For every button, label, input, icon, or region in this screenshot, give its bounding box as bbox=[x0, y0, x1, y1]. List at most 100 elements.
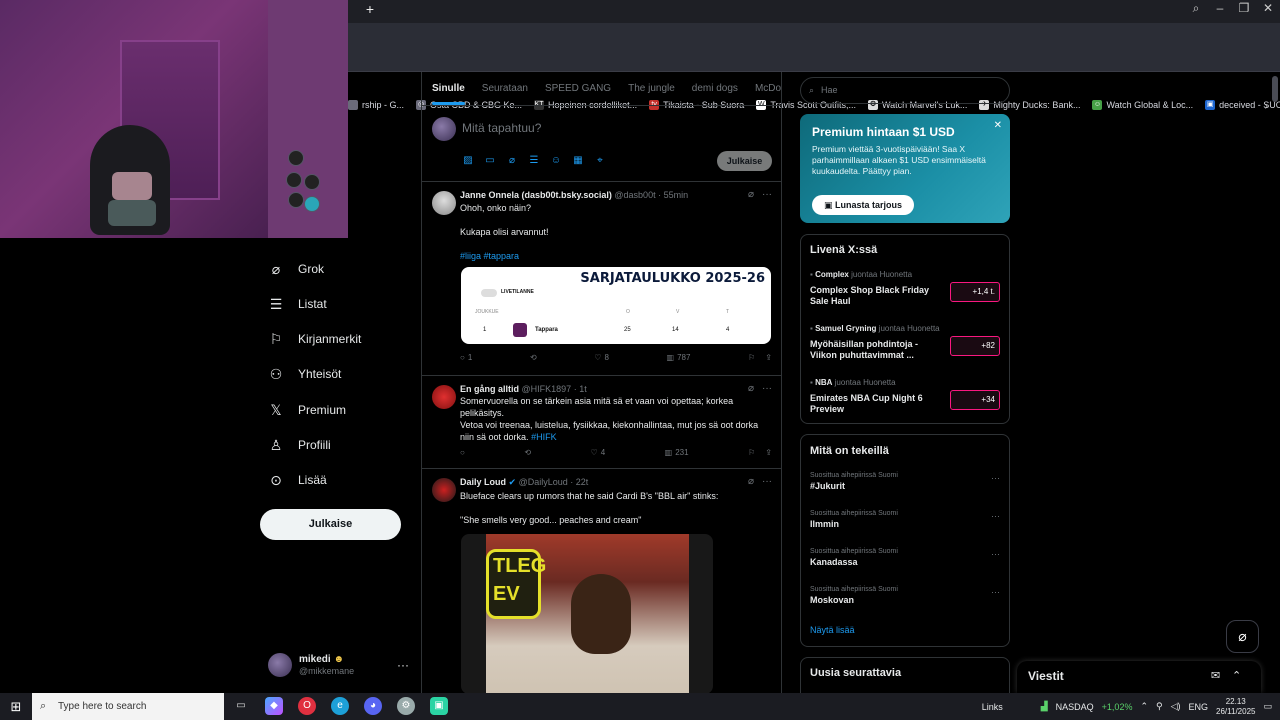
tab-seurataan[interactable]: Seurataan bbox=[482, 72, 528, 105]
post-button[interactable]: Julkaise bbox=[260, 509, 401, 540]
copilot-icon[interactable]: ◆ bbox=[265, 697, 283, 715]
network-icon[interactable]: ⚲ bbox=[1156, 701, 1163, 712]
compose-post-button[interactable]: Julkaise bbox=[717, 151, 772, 171]
tab-the-jungle[interactable]: The jungle bbox=[628, 72, 675, 105]
language-indicator[interactable]: ENG bbox=[1189, 702, 1209, 712]
nav-item-premium[interactable]: 𝕏 Premium bbox=[268, 398, 346, 422]
steam-icon[interactable]: ⚙ bbox=[397, 697, 415, 715]
bookmark-icon[interactable]: ⚐ bbox=[748, 353, 755, 362]
hashtags[interactable]: #liiga #tappara bbox=[460, 250, 770, 262]
minimize-icon[interactable]: – bbox=[1208, 0, 1232, 16]
task-view-icon[interactable]: ▭ bbox=[232, 697, 250, 715]
tweet-time[interactable]: 1t bbox=[579, 384, 587, 394]
live-item[interactable]: ▪ Samuel Gryning juontaa Huonetta Myöhäis… bbox=[810, 324, 1000, 361]
grok-icon[interactable]: ⌀ bbox=[748, 189, 754, 200]
taskbar-search[interactable]: ⌕ Type here to search bbox=[32, 693, 224, 720]
tweet-image-standings[interactable]: SARJATAULUKKO 2025-26 LIVETILANNE JOUKKU… bbox=[461, 267, 771, 344]
trend-item[interactable]: Suosittua aihepiirissä Suomi Ilmmin ··· bbox=[810, 510, 1000, 529]
edge-icon[interactable]: e bbox=[331, 697, 349, 715]
claim-offer-button[interactable]: ▣ Lunasta tarjous bbox=[812, 195, 914, 215]
grok-icon[interactable]: ⌀ bbox=[748, 476, 754, 487]
tab-mcdonal[interactable]: McDonal bbox=[755, 72, 781, 105]
live-item[interactable]: ▪ Complex juontaa Huonetta Complex Shop B… bbox=[810, 270, 1000, 307]
volume-icon[interactable]: ◁) bbox=[1171, 701, 1181, 712]
notifications-icon[interactable]: ▭ bbox=[1263, 701, 1272, 712]
like-button[interactable]: ♡ 8 bbox=[594, 353, 609, 362]
chevron-up-icon[interactable]: ⌃ bbox=[1232, 669, 1241, 682]
avatar[interactable] bbox=[432, 478, 456, 502]
views-button[interactable]: ▥ 787 bbox=[667, 353, 691, 362]
tweet-time[interactable]: 55min bbox=[664, 190, 689, 200]
tab-sinulle[interactable]: Sinulle bbox=[432, 72, 465, 105]
emoji-icon[interactable]: ☺ bbox=[550, 155, 562, 167]
nav-item-lisää[interactable]: ⊙ Lisää bbox=[268, 468, 327, 492]
maximize-icon[interactable]: ❐ bbox=[1232, 0, 1256, 16]
bookmark-item[interactable]: ▣deceived - SUORAT... bbox=[1205, 100, 1280, 110]
close-icon[interactable]: ✕ bbox=[994, 120, 1002, 131]
clock[interactable]: 22.13 26/11/2025 bbox=[1216, 697, 1255, 717]
tweet-video-thumbnail[interactable]: TLEG EV bbox=[461, 534, 713, 693]
nav-item-listat[interactable]: ☰ Listat bbox=[268, 292, 327, 316]
share-icon[interactable]: ⇪ bbox=[765, 448, 772, 457]
tweet-author[interactable]: En gång alltid bbox=[460, 384, 519, 394]
repost-button[interactable]: ⟲ bbox=[524, 448, 531, 457]
ticker-name[interactable]: NASDAQ bbox=[1056, 702, 1094, 712]
avatar[interactable] bbox=[432, 191, 456, 215]
account-switcher[interactable]: mikedi ☻ @mikkemane ··· bbox=[268, 653, 413, 679]
nav-item-profiili[interactable]: ♙ Profiili bbox=[268, 433, 331, 457]
tab-speed-gang[interactable]: SPEED GANG bbox=[545, 72, 611, 105]
search-input[interactable]: ⌕ Hae bbox=[800, 77, 1010, 104]
nav-item-grok[interactable]: ⌀ Grok bbox=[268, 257, 324, 281]
trend-item[interactable]: Suosittua aihepiirissä Suomi #Jukurit ··· bbox=[810, 472, 1000, 491]
location-icon[interactable]: ⌖ bbox=[594, 155, 606, 167]
gif-icon[interactable]: ▭ bbox=[484, 155, 496, 167]
links-toolbar[interactable]: Links bbox=[982, 702, 1003, 712]
tweet-handle[interactable]: @dasb00t bbox=[614, 190, 655, 200]
grok-icon[interactable]: ⌀ bbox=[506, 155, 518, 167]
tweet-handle[interactable]: @DailyLoud bbox=[519, 477, 568, 487]
tab-demi-dogs[interactable]: demi dogs bbox=[692, 72, 738, 105]
app-icon[interactable]: ▣ bbox=[430, 697, 448, 715]
trend-item[interactable]: Suosittua aihepiirissä Suomi Moskovan ··· bbox=[810, 586, 1000, 605]
more-dots-icon[interactable]: ··· bbox=[397, 658, 409, 672]
discord-icon[interactable]: ◕ bbox=[364, 697, 382, 715]
reply-button[interactable]: ○ 1 bbox=[460, 353, 472, 362]
tweet-author[interactable]: Janne Onnela (dasb00t.bsky.social) bbox=[460, 190, 612, 200]
bookmarks-more-icon[interactable]: › bbox=[1265, 101, 1268, 112]
scrollbar[interactable] bbox=[1272, 76, 1278, 102]
tweet[interactable]: En gång alltid @HIFK1897 · 1t ⌀ ··· Some… bbox=[422, 377, 781, 469]
tweet-time[interactable]: 22t bbox=[576, 477, 589, 487]
bookmark-item[interactable]: rship - G... bbox=[348, 100, 404, 110]
like-button[interactable]: ♡ 4 bbox=[591, 448, 606, 457]
nav-item-kirjanmerkit[interactable]: ⚐ Kirjanmerkit bbox=[268, 327, 362, 351]
grok-icon[interactable]: ⌀ bbox=[1226, 620, 1259, 653]
more-dots-icon[interactable]: ··· bbox=[762, 383, 772, 394]
tweet-author[interactable]: Daily Loud bbox=[460, 477, 506, 487]
live-item[interactable]: ▪ NBA juontaa Huonetta Emirates NBA Cup N… bbox=[810, 378, 1000, 415]
nav-item-yhteisöt[interactable]: ⚇ Yhteisöt bbox=[268, 362, 342, 386]
views-button[interactable]: ▥ 231 bbox=[665, 448, 689, 457]
new-tab-button[interactable]: + bbox=[364, 2, 376, 16]
share-icon[interactable]: ⇪ bbox=[765, 353, 772, 362]
image-icon[interactable]: ▨ bbox=[462, 155, 474, 167]
more-dots-icon[interactable]: ··· bbox=[762, 476, 772, 487]
new-message-icon[interactable]: ✉ bbox=[1211, 669, 1220, 682]
more-dots-icon[interactable]: ··· bbox=[991, 587, 1000, 597]
bookmark-item[interactable]: ☺ Watch Global & Loc... bbox=[1092, 100, 1193, 110]
trend-item[interactable]: Suosittua aihepiirissä Suomi Kanadassa ··· bbox=[810, 548, 1000, 567]
chevron-up-icon[interactable]: ⌃ bbox=[1140, 701, 1148, 712]
reply-button[interactable]: ○ bbox=[460, 448, 465, 457]
more-dots-icon[interactable]: ··· bbox=[991, 549, 1000, 559]
messages-drawer[interactable]: Viestit ✉ ⌃ bbox=[1017, 661, 1261, 693]
hashtags[interactable]: #HIFK bbox=[531, 432, 557, 442]
opera-gx-icon[interactable]: O bbox=[298, 697, 316, 715]
schedule-icon[interactable]: ▦ bbox=[572, 155, 584, 167]
more-dots-icon[interactable]: ··· bbox=[762, 189, 772, 200]
poll-icon[interactable]: ☰ bbox=[528, 155, 540, 167]
bookmark-icon[interactable]: ⚐ bbox=[748, 448, 755, 457]
more-dots-icon[interactable]: ··· bbox=[991, 473, 1000, 483]
close-window-icon[interactable]: ✕ bbox=[1256, 0, 1280, 16]
grok-icon[interactable]: ⌀ bbox=[748, 383, 754, 394]
avatar[interactable] bbox=[432, 385, 456, 409]
show-more-link[interactable]: Näytä lisää bbox=[810, 625, 855, 635]
